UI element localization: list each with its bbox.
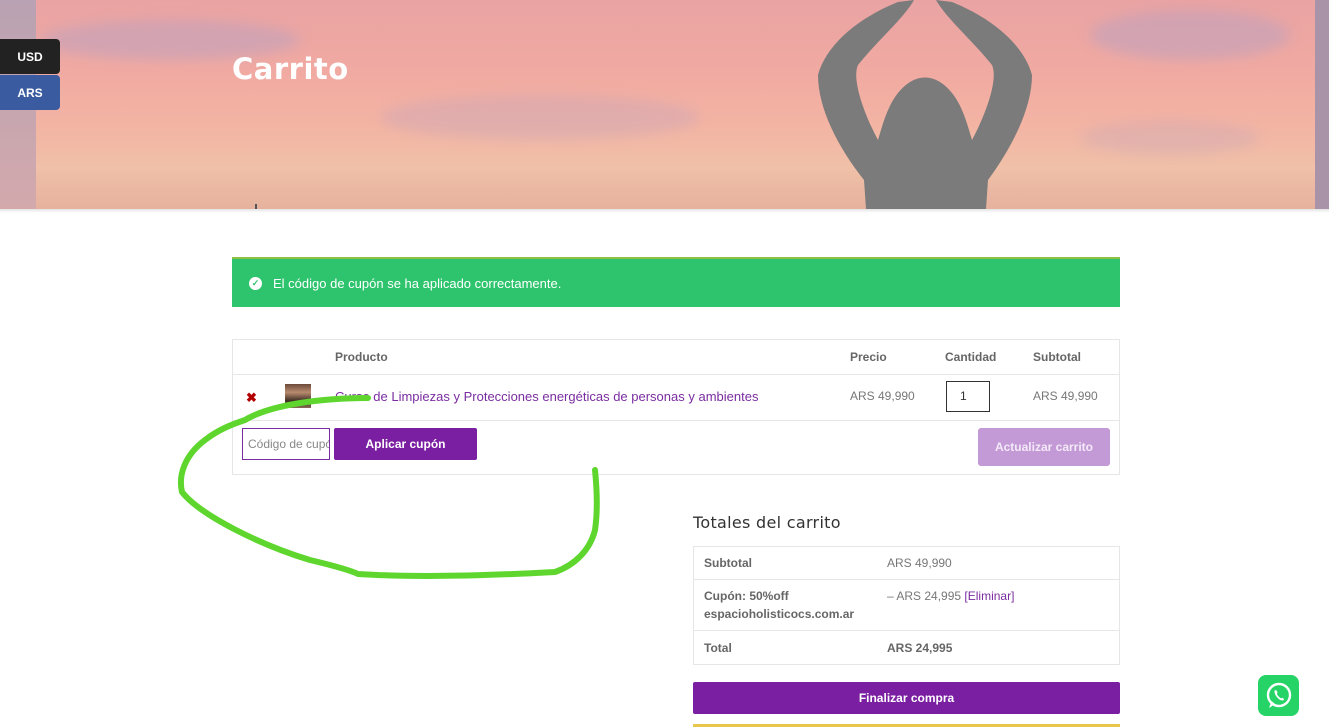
cart-totals-table: Subtotal ARS 49,990 Cupón: 50%off espaci… [693, 546, 1120, 665]
table-row: ✖ Curso de Limpiezas y Protecciones ener… [233, 374, 1119, 421]
hero-cloud [1080, 120, 1260, 155]
totals-row-subtotal: Subtotal ARS 49,990 [694, 547, 1119, 580]
page-hero-banner: Carrito [0, 0, 1329, 209]
product-name-link[interactable]: Curso de Limpiezas y Protecciones energé… [335, 389, 758, 404]
totals-coupon-label: Cupón: 50%off espacioholisticocs.com.ar [704, 587, 854, 623]
totals-row-total: Total ARS 24,995 [694, 631, 1119, 664]
totals-total-value: ARS 24,995 [887, 641, 953, 655]
totals-row-coupon: Cupón: 50%off espacioholisticocs.com.ar … [694, 580, 1119, 631]
column-header-quantity: Cantidad [945, 350, 997, 364]
hero-cloud [380, 95, 700, 140]
product-thumbnail[interactable] [285, 384, 311, 408]
currency-usd-button[interactable]: USD [0, 39, 60, 74]
remove-coupon-link[interactable]: [Eliminar] [964, 589, 1014, 603]
totals-coupon-value: – ARS 24,995 [Eliminar] [887, 587, 1014, 605]
apply-coupon-button[interactable]: Aplicar cupón [334, 428, 477, 460]
whatsapp-glyph [1266, 682, 1291, 708]
coupon-name-line1: Cupón: 50%off [704, 589, 789, 603]
column-header-price: Precio [850, 350, 887, 364]
totals-total-label: Total [704, 641, 732, 655]
column-header-subtotal: Subtotal [1033, 350, 1081, 364]
remove-x-icon[interactable]: ✖ [246, 390, 257, 406]
totals-subtotal-value: ARS 49,990 [887, 556, 952, 570]
checkout-button[interactable]: Finalizar compra [693, 682, 1120, 714]
hero-right-edge [1315, 0, 1329, 209]
coupon-discount-amount: – ARS 24,995 [887, 589, 962, 603]
coupon-name-line2: espacioholisticocs.com.ar [704, 607, 855, 621]
coupon-code-input[interactable]: Código de cupón [242, 428, 330, 460]
product-price: ARS 49,990 [850, 389, 915, 403]
whatsapp-icon[interactable] [1258, 675, 1299, 716]
cart-table: Producto Precio Cantidad Subtotal ✖ Curs… [232, 339, 1120, 475]
cart-totals-title: Totales del carrito [693, 513, 841, 532]
notice-message: El código de cupón se ha aplicado correc… [273, 275, 562, 291]
coupon-success-notice: ✓ El código de cupón se ha aplicado corr… [232, 257, 1120, 307]
quantity-input[interactable]: 1 [946, 381, 990, 412]
check-circle-icon: ✓ [249, 276, 262, 290]
meditation-figure-silhouette [818, 0, 1032, 209]
update-cart-button[interactable]: Actualizar carrito [978, 428, 1110, 466]
hero-shadow [0, 209, 1329, 213]
column-header-product: Producto [335, 350, 388, 364]
currency-ars-button[interactable]: ARS [0, 75, 60, 110]
hero-cloud [1090, 10, 1290, 60]
product-subtotal: ARS 49,990 [1033, 389, 1098, 403]
totals-subtotal-label: Subtotal [704, 556, 752, 570]
page-title: Carrito [232, 52, 349, 86]
cart-table-header: Producto Precio Cantidad Subtotal [233, 340, 1119, 375]
